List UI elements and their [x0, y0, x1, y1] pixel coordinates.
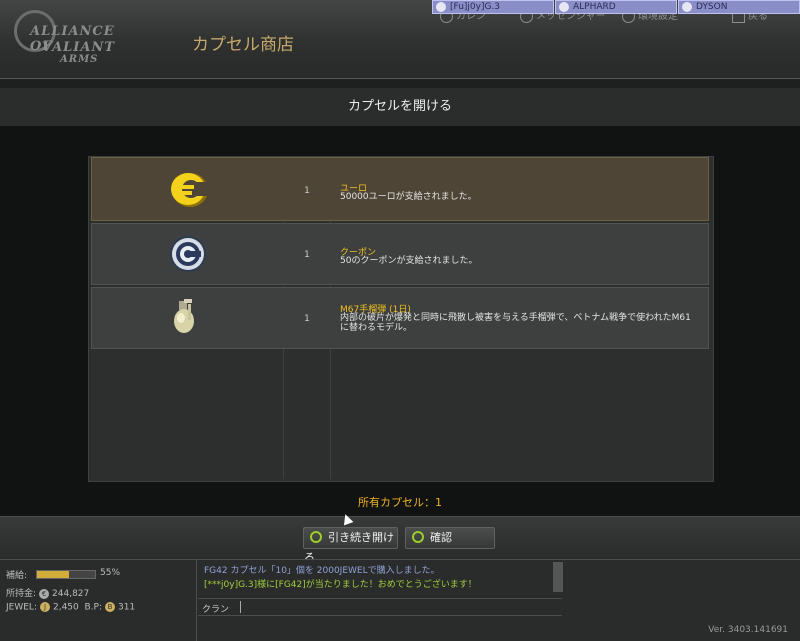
action-bar: 引き続き開ける 確認 [0, 516, 800, 564]
status-bar: 補給: 55% 所持金: €244,827 JEWEL: J 2,450 B.P: B 3… [0, 559, 800, 641]
jewel-value: 2,450 [52, 602, 79, 613]
supply-progress-fill [37, 571, 69, 578]
player-name-2: ALPHARD [573, 2, 616, 12]
item-description: 50のクーポンが支給されました。 [340, 256, 478, 266]
item-description: 内部の破片が爆発と同時に飛散し被害を与える手榴弾で、ベトナム戦争で使われたM61… [340, 313, 691, 333]
chat-scrollbar[interactable] [553, 562, 563, 592]
logo-text-3: ARMS [60, 54, 99, 65]
money-row: 所持金: €244,827 [6, 586, 89, 599]
capsule-result-list: 1 ユーロ 50000ユーロが支給されました。 1 クーポン 50のクーポンが支… [88, 156, 714, 482]
item-icon-cell [92, 288, 285, 348]
logo-text-2: VALIANT [42, 40, 116, 55]
bp-label: B.P: [84, 602, 102, 613]
euro-icon [171, 173, 208, 207]
ring-icon [412, 531, 424, 543]
game-logo: ALLIANCE OF VALIANT ARMS [14, 10, 124, 70]
ring-icon [310, 531, 322, 543]
list-item[interactable]: 1 ユーロ 50000ユーロが支給されました。 [91, 157, 709, 221]
confirm-label: 確認 [430, 531, 452, 544]
chat-panel: FG42 カプセル「10」個を 2000JEWELで購入しました。 [***j0… [198, 560, 566, 641]
party-slots: [Fu]j0y]G.3 ALPHARD DYSON [432, 0, 800, 14]
jewel-row: JEWEL: J 2,450 B.P: B 311 [6, 602, 135, 613]
bp-coin-icon: B [104, 602, 115, 612]
item-quantity: 1 [304, 314, 310, 324]
chat-channel-tab[interactable]: クラン [202, 602, 229, 615]
money-value: 244,827 [52, 589, 90, 599]
avatar [682, 2, 692, 12]
version-label: Ver. 3403.141691 [708, 625, 788, 635]
chat-input-row[interactable]: クラン [198, 598, 562, 616]
jewel-coin-icon: J [39, 602, 50, 612]
player-stats: 補給: 55% 所持金: €244,827 JEWEL: J 2,450 B.P: B 3… [0, 560, 197, 641]
item-description: 50000ユーロが支給されました。 [340, 192, 477, 202]
supply-label: 補給: [6, 571, 28, 581]
item-quantity: 1 [304, 250, 310, 260]
player-name-3: DYSON [696, 2, 728, 12]
item-icon-cell [92, 158, 285, 220]
chat-input-caret [240, 601, 241, 613]
player-slot-1[interactable]: [Fu]j0y]G.3 [432, 0, 554, 14]
bp-value: 311 [117, 602, 136, 613]
player-name-1: [Fu]j0y]G.3 [450, 2, 501, 12]
grenade-icon [174, 299, 194, 333]
owned-capsule-count: 所有カプセル：1 [358, 496, 442, 509]
avatar [559, 2, 569, 12]
header: ALLIANCE OF VALIANT ARMS カプセル商店 カレン メッセン… [0, 0, 800, 79]
item-icon-cell [92, 224, 285, 284]
chat-line-2: [***j0y]G.3]様に[FG42]が当たりました！おめでとうございます！ [204, 580, 477, 590]
euro-coin-icon: € [39, 588, 50, 599]
list-item[interactable]: 1 クーポン 50のクーポンが支給されました。 [91, 223, 709, 285]
list-item[interactable]: 1 M67手榴弾 (1日) 内部の破片が爆発と同時に飛散し被害を与える手榴弾で、… [91, 287, 709, 349]
supply-percent: 55% [100, 568, 121, 578]
money-label: 所持金: [6, 589, 37, 599]
dialog-title: カプセルを開ける [0, 88, 800, 126]
coupon-icon [170, 236, 206, 272]
player-slot-3[interactable]: DYSON [678, 0, 800, 14]
avatar [436, 2, 446, 12]
player-slot-2[interactable]: ALPHARD [555, 0, 677, 14]
page-title: カプセル商店 [192, 35, 294, 55]
chat-line-1: FG42 カプセル「10」個を 2000JEWELで購入しました。 [204, 566, 440, 576]
continue-open-button[interactable]: 引き続き開ける [303, 527, 398, 564]
supply-progress [36, 570, 96, 579]
confirm-button[interactable]: 確認 [405, 527, 495, 549]
jewel-label: JEWEL: [6, 602, 37, 613]
item-quantity: 1 [304, 186, 310, 196]
